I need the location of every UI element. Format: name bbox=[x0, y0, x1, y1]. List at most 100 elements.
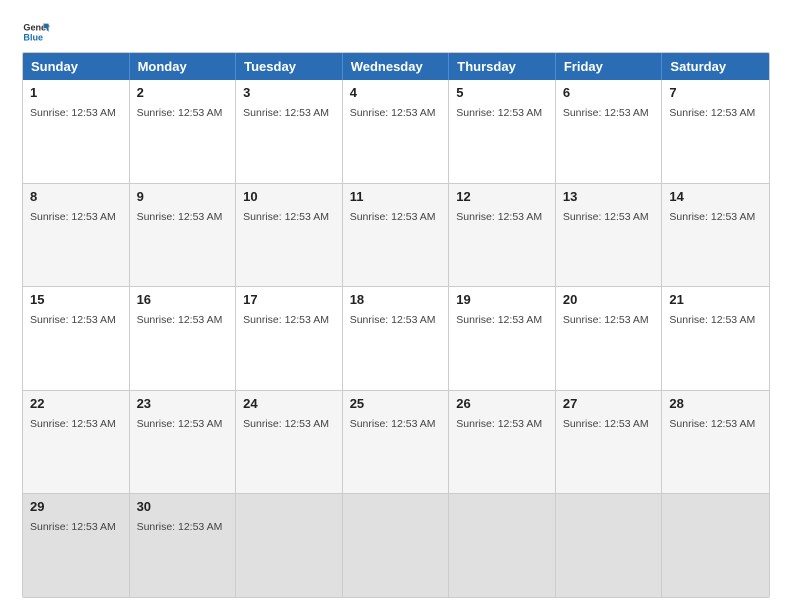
calendar-body: 1 Sunrise: 12:53 AM 2 Sunrise: 12:53 AM 3 Sun… bbox=[23, 80, 769, 597]
sunrise-time: Sunrise: 12:53 AM bbox=[30, 211, 116, 223]
sunrise-time: Sunrise: 12:53 AM bbox=[669, 107, 755, 119]
sunrise-time: Sunrise: 12:53 AM bbox=[30, 314, 116, 326]
page: General Blue Sunday Monday Tuesday Wedne… bbox=[0, 0, 792, 612]
day-number: 16 bbox=[137, 292, 229, 307]
day-number: 26 bbox=[456, 396, 548, 411]
day-number: 1 bbox=[30, 85, 122, 100]
calendar-row-1: 1 Sunrise: 12:53 AM 2 Sunrise: 12:53 AM 3 Sun… bbox=[23, 80, 769, 184]
day-number: 28 bbox=[669, 396, 762, 411]
sunrise-time: Sunrise: 12:53 AM bbox=[243, 418, 329, 430]
table-row: 20Sunrise: 12:53 AM bbox=[556, 287, 663, 390]
calendar-row-4: 22Sunrise: 12:53 AM23Sunrise: 12:53 AM24… bbox=[23, 391, 769, 495]
sunrise-time: Sunrise: 12:53 AM bbox=[30, 107, 116, 119]
sunrise-time: Sunrise: 12:53 AM bbox=[137, 107, 223, 119]
sunrise-time: Sunrise: 12:53 AM bbox=[350, 107, 436, 119]
table-row: 29 Sunrise: 12:53 AM bbox=[23, 494, 130, 597]
table-row: 12 Sunrise: 12:53 AM bbox=[449, 184, 556, 287]
day-number: 21 bbox=[669, 292, 762, 307]
day-number: 24 bbox=[243, 396, 335, 411]
sunrise-time: Sunrise: 12:53 AM bbox=[350, 211, 436, 223]
header-sunday: Sunday bbox=[23, 53, 130, 80]
day-number: 12 bbox=[456, 189, 548, 204]
sunrise-time: Sunrise: 12:53 AM bbox=[350, 314, 436, 326]
table-row: 26 Sunrise: 12:53 AM bbox=[449, 391, 556, 494]
table-row bbox=[236, 494, 343, 597]
table-row: 24 Sunrise: 12:53 AM bbox=[236, 391, 343, 494]
calendar-row-2: 8Sunrise: 12:53 AM9Sunrise: 12:53 AM10Su… bbox=[23, 184, 769, 288]
table-row: 5 Sunrise: 12:53 AM bbox=[449, 80, 556, 183]
sunrise-time: Sunrise: 12:53 AM bbox=[563, 107, 649, 119]
day-number: 14 bbox=[669, 189, 762, 204]
sunrise-time: Sunrise: 12:53 AM bbox=[243, 107, 329, 119]
table-row: 22 Sunrise: 12:53 AM bbox=[23, 391, 130, 494]
header-wednesday: Wednesday bbox=[343, 53, 450, 80]
sunrise-time: Sunrise: 12:53 AM bbox=[137, 418, 223, 430]
day-number: 8 bbox=[30, 189, 122, 204]
calendar: Sunday Monday Tuesday Wednesday Thursday… bbox=[22, 52, 770, 598]
day-number: 17 bbox=[243, 292, 335, 307]
calendar-header: Sunday Monday Tuesday Wednesday Thursday… bbox=[23, 53, 769, 80]
day-number: 3 bbox=[243, 85, 335, 100]
table-row: 13 Sunrise: 12:53 AM bbox=[556, 184, 663, 287]
sunrise-time: Sunrise: 12:53 AM bbox=[30, 418, 116, 430]
sunrise-time: Sunrise: 12:53 AM bbox=[563, 211, 649, 223]
header-monday: Monday bbox=[130, 53, 237, 80]
sunrise-time: Sunrise: 12:53 AM bbox=[137, 521, 223, 533]
day-number: 18 bbox=[350, 292, 442, 307]
sunrise-time: Sunrise: 12:53 AM bbox=[669, 211, 755, 223]
table-row: 17 Sunrise: 12:53 AM bbox=[236, 287, 343, 390]
table-row: 18 Sunrise: 12:53 AM bbox=[343, 287, 450, 390]
day-number: 25 bbox=[350, 396, 442, 411]
table-row: 3 Sunrise: 12:53 AM bbox=[236, 80, 343, 183]
sunrise-time: Sunrise: 12:53 AM bbox=[243, 314, 329, 326]
header: General Blue bbox=[22, 18, 770, 46]
table-row bbox=[449, 494, 556, 597]
table-row: 25 Sunrise: 12:53 AM bbox=[343, 391, 450, 494]
day-number: 2 bbox=[137, 85, 229, 100]
sunrise-time: Sunrise: 12:53 AM bbox=[456, 418, 542, 430]
table-row bbox=[343, 494, 450, 597]
table-row: 8 Sunrise: 12:53 AM bbox=[23, 184, 130, 287]
sunrise-time: Sunrise: 12:53 AM bbox=[350, 418, 436, 430]
sunrise-time: Sunrise: 12:53 AM bbox=[456, 211, 542, 223]
day-number: 10 bbox=[243, 189, 335, 204]
day-number: 5 bbox=[456, 85, 548, 100]
logo: General Blue bbox=[22, 18, 50, 46]
header-thursday: Thursday bbox=[449, 53, 556, 80]
header-tuesday: Tuesday bbox=[236, 53, 343, 80]
svg-text:Blue: Blue bbox=[23, 32, 43, 42]
header-saturday: Saturday bbox=[662, 53, 769, 80]
table-row: 7 Sunrise: 12:53 AM bbox=[662, 80, 769, 183]
sunrise-time: Sunrise: 12:53 AM bbox=[456, 107, 542, 119]
day-number: 13 bbox=[563, 189, 655, 204]
calendar-row-3: 15Sunrise: 12:53 AM16Sunrise: 12:53 AM17… bbox=[23, 287, 769, 391]
table-row: 30 Sunrise: 12:53 AM bbox=[130, 494, 237, 597]
day-number: 29 bbox=[30, 499, 122, 514]
table-row: 9Sunrise: 12:53 AM bbox=[130, 184, 237, 287]
general-blue-logo-icon: General Blue bbox=[22, 18, 50, 46]
day-number: 7 bbox=[669, 85, 762, 100]
sunrise-time: Sunrise: 12:53 AM bbox=[30, 521, 116, 533]
day-number: 22 bbox=[30, 396, 122, 411]
day-number: 9 bbox=[137, 189, 229, 204]
header-friday: Friday bbox=[556, 53, 663, 80]
sunrise-time: Sunrise: 12:53 AM bbox=[137, 314, 223, 326]
table-row: 2 Sunrise: 12:53 AM bbox=[130, 80, 237, 183]
sunrise-time: Sunrise: 12:53 AM bbox=[243, 211, 329, 223]
table-row bbox=[556, 494, 663, 597]
day-number: 30 bbox=[137, 499, 229, 514]
day-number: 15 bbox=[30, 292, 122, 307]
table-row: 19Sunrise: 12:53 AM bbox=[449, 287, 556, 390]
table-row: 11Sunrise: 12:53 AM bbox=[343, 184, 450, 287]
table-row: 10 Sunrise: 12:53 AM bbox=[236, 184, 343, 287]
day-number: 27 bbox=[563, 396, 655, 411]
table-row: 1 Sunrise: 12:53 AM bbox=[23, 80, 130, 183]
table-row: 23 Sunrise: 12:53 AM bbox=[130, 391, 237, 494]
table-row: 14 Sunrise: 12:53 AM bbox=[662, 184, 769, 287]
table-row: 27Sunrise: 12:53 AM bbox=[556, 391, 663, 494]
table-row: 21Sunrise: 12:53 AM bbox=[662, 287, 769, 390]
day-number: 23 bbox=[137, 396, 229, 411]
table-row bbox=[662, 494, 769, 597]
day-number: 19 bbox=[456, 292, 548, 307]
day-number: 6 bbox=[563, 85, 655, 100]
